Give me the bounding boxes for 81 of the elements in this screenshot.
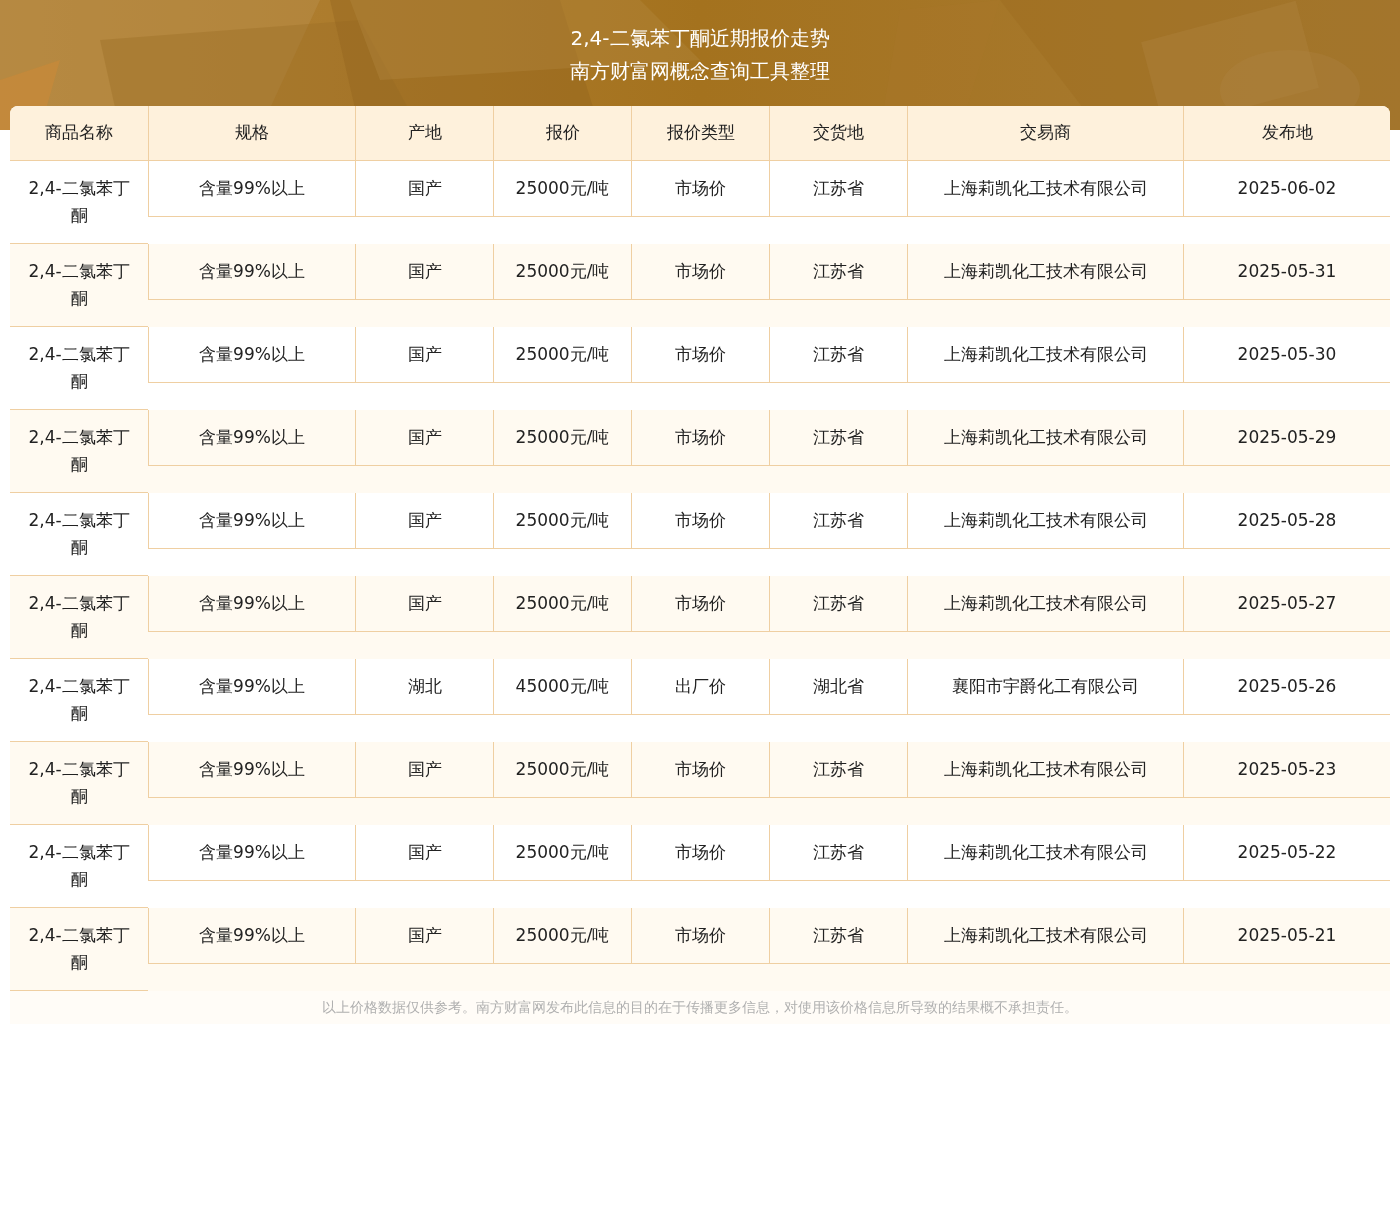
table-cell: 含量99%以上 [148,825,355,880]
table-cell: 市场价 [631,327,769,382]
table-cell: 襄阳市宇爵化工有限公司 [907,659,1183,714]
table-cell: 含量99%以上 [148,659,355,714]
table-cell: 2025-06-02 [1183,161,1390,216]
table-cell: 国产 [355,327,493,382]
table-cell: 2025-05-31 [1183,244,1390,299]
table-cell: 国产 [355,161,493,216]
table-cell: 出厂价 [631,659,769,714]
table-cell: 国产 [355,576,493,631]
table-cell: 江苏省 [769,327,907,382]
table-cell: 江苏省 [769,493,907,548]
column-header: 报价 [493,106,631,160]
table-cell: 2025-05-28 [1183,493,1390,548]
table-cell: 含量99%以上 [148,410,355,465]
table-cell: 2025-05-30 [1183,327,1390,382]
table-cell: 含量99%以上 [148,742,355,797]
page-title: 2,4-二氯苯丁酮近期报价走势 [570,25,830,52]
table-cell: 25000元/吨 [493,327,631,382]
table-cell: 2025-05-21 [1183,908,1390,963]
table-cell: 市场价 [631,410,769,465]
table-cell: 上海莉凯化工技术有限公司 [907,742,1183,797]
table-cell: 市场价 [631,908,769,963]
table-cell: 湖北省 [769,659,907,714]
table-cell: 江苏省 [769,410,907,465]
disclaimer-text: 以上价格数据仅供参考。南方财富网发布此信息的目的在于传播更多信息，对使用该价格信息所导致的结果概不承担责任。 [322,998,1078,1017]
column-header: 规格 [148,106,355,160]
table-cell: 上海莉凯化工技术有限公司 [907,493,1183,548]
table-cell: 25000元/吨 [493,742,631,797]
table-cell: 上海莉凯化工技术有限公司 [907,576,1183,631]
table-cell: 市场价 [631,825,769,880]
table-cell: 25000元/吨 [493,244,631,299]
table-cell: 含量99%以上 [148,908,355,963]
table-cell: 25000元/吨 [493,825,631,880]
column-header: 商品名称 [44,121,114,145]
column-header: 发布地 [1183,106,1390,160]
table-cell: 含量99%以上 [148,576,355,631]
table-cell: 上海莉凯化工技术有限公司 [907,908,1183,963]
table-cell: 25000元/吨 [493,161,631,216]
table-cell: 国产 [355,742,493,797]
table-cell: 江苏省 [769,908,907,963]
table-cell: 含量99%以上 [148,327,355,382]
table-cell: 含量99%以上 [148,161,355,216]
table-cell: 25000元/吨 [493,908,631,963]
table-cell: 上海莉凯化工技术有限公司 [907,327,1183,382]
table-cell: 江苏省 [769,161,907,216]
table-cell: 25000元/吨 [493,493,631,548]
table-cell: 市场价 [631,742,769,797]
table-cell: 含量99%以上 [148,244,355,299]
table-cell: 国产 [355,244,493,299]
table-cell: 25000元/吨 [493,410,631,465]
table-cell: 上海莉凯化工技术有限公司 [907,410,1183,465]
table-cell: 2025-05-29 [1183,410,1390,465]
column-header: 产地 [355,106,493,160]
table-cell: 45000元/吨 [493,659,631,714]
page-subtitle: 南方财富网概念查询工具整理 [570,58,830,85]
table-cell: 2025-05-22 [1183,825,1390,880]
table-cell: 江苏省 [769,742,907,797]
table-cell: 上海莉凯化工技术有限公司 [907,161,1183,216]
table-cell: 25000元/吨 [493,576,631,631]
table-cell: 上海莉凯化工技术有限公司 [907,244,1183,299]
column-header: 交货地 [769,106,907,160]
table-cell: 含量99%以上 [148,493,355,548]
column-header: 报价类型 [631,106,769,160]
table-cell: 市场价 [631,161,769,216]
table-cell: 江苏省 [769,244,907,299]
table-cell: 国产 [355,493,493,548]
table-cell: 国产 [355,825,493,880]
table-cell: 2025-05-23 [1183,742,1390,797]
table-cell: 市场价 [631,244,769,299]
table-cell: 国产 [355,908,493,963]
table-cell: 2025-05-27 [1183,576,1390,631]
table-cell: 国产 [355,410,493,465]
table-cell: 上海莉凯化工技术有限公司 [907,825,1183,880]
table-cell: 江苏省 [769,825,907,880]
table-cell: 市场价 [631,493,769,548]
table-cell: 湖北 [355,659,493,714]
column-header: 交易商 [907,106,1183,160]
table-cell: 江苏省 [769,576,907,631]
table-cell: 2025-05-26 [1183,659,1390,714]
table-cell: 市场价 [631,576,769,631]
